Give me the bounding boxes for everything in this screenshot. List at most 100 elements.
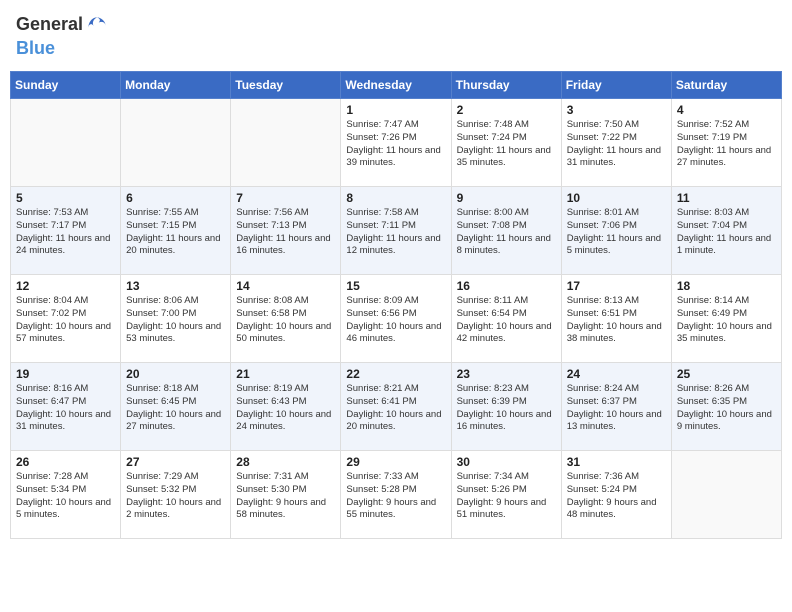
day-number: 19 xyxy=(16,367,115,381)
calendar-week-row: 19Sunrise: 8:16 AM Sunset: 6:47 PM Dayli… xyxy=(11,363,782,451)
calendar-cell: 11Sunrise: 8:03 AM Sunset: 7:04 PM Dayli… xyxy=(671,187,781,275)
calendar-cell: 27 Sunrise: 7:29 AM Sunset: 5:32 PM Dayli… xyxy=(121,451,231,539)
day-info: Sunrise: 7:28 AM Sunset: 5:34 PM Dayligh… xyxy=(16,471,115,522)
calendar-cell: 9 Sunrise: 8:00 AM Sunset: 7:08 PM Daylig… xyxy=(451,187,561,275)
day-number: 31 xyxy=(567,455,666,469)
calendar-cell: 30 Sunrise: 7:34 AM Sunset: 5:26 PM Dayli… xyxy=(451,451,561,539)
calendar-cell: 29 Sunrise: 7:33 AM Sunset: 5:28 PM Dayli… xyxy=(341,451,451,539)
day-info: Sunrise: 7:55 AM Sunset: 7:15 PM Dayligh… xyxy=(126,207,225,258)
calendar-cell: 12 Sunrise: 8:04 AM Sunset: 7:02 PM Dayli… xyxy=(11,275,121,363)
weekday-header: Saturday xyxy=(671,72,781,99)
calendar-cell: 1 Sunrise: 7:47 AM Sunset: 7:26 PM Daylig… xyxy=(341,99,451,187)
logo-bird-icon xyxy=(85,14,109,38)
day-info: Sunrise: 7:29 AM Sunset: 5:32 PM Dayligh… xyxy=(126,471,225,522)
day-number: 28 xyxy=(236,455,335,469)
day-number: 30 xyxy=(457,455,556,469)
day-number: 2 xyxy=(457,103,556,117)
day-number: 26 xyxy=(16,455,115,469)
day-info: Sunrise: 7:56 AM Sunset: 7:13 PM Dayligh… xyxy=(236,207,335,258)
day-info: Sunrise: 8:26 AM Sunset: 6:35 PM Dayligh… xyxy=(677,383,776,434)
calendar-cell xyxy=(121,99,231,187)
day-number: 24 xyxy=(567,367,666,381)
day-info: Sunrise: 7:36 AM Sunset: 5:24 PM Dayligh… xyxy=(567,471,666,522)
calendar-cell: 6 Sunrise: 7:55 AM Sunset: 7:15 PM Daylig… xyxy=(121,187,231,275)
logo-line1: General xyxy=(16,14,109,38)
day-number: 11 xyxy=(677,191,776,205)
calendar-cell: 4Sunrise: 7:52 AM Sunset: 7:19 PM Daylig… xyxy=(671,99,781,187)
day-number: 25 xyxy=(677,367,776,381)
calendar-cell: 19Sunrise: 8:16 AM Sunset: 6:47 PM Dayli… xyxy=(11,363,121,451)
calendar-cell: 3 Sunrise: 7:50 AM Sunset: 7:22 PM Daylig… xyxy=(561,99,671,187)
day-number: 1 xyxy=(346,103,445,117)
calendar-cell: 24 Sunrise: 8:24 AM Sunset: 6:37 PM Dayli… xyxy=(561,363,671,451)
day-number: 12 xyxy=(16,279,115,293)
calendar-cell: 23 Sunrise: 8:23 AM Sunset: 6:39 PM Dayli… xyxy=(451,363,561,451)
day-number: 29 xyxy=(346,455,445,469)
day-info: Sunrise: 7:53 AM Sunset: 7:17 PM Dayligh… xyxy=(16,207,115,258)
calendar-cell: 14Sunrise: 8:08 AM Sunset: 6:58 PM Dayli… xyxy=(231,275,341,363)
calendar-cell: 10 Sunrise: 8:01 AM Sunset: 7:06 PM Dayli… xyxy=(561,187,671,275)
day-number: 16 xyxy=(457,279,556,293)
day-number: 17 xyxy=(567,279,666,293)
day-info: Sunrise: 8:00 AM Sunset: 7:08 PM Dayligh… xyxy=(457,207,556,258)
day-info: Sunrise: 7:31 AM Sunset: 5:30 PM Dayligh… xyxy=(236,471,335,522)
calendar-table: SundayMondayTuesdayWednesdayThursdayFrid… xyxy=(10,71,782,539)
day-number: 23 xyxy=(457,367,556,381)
day-info: Sunrise: 8:09 AM Sunset: 6:56 PM Dayligh… xyxy=(346,295,445,346)
day-info: Sunrise: 8:08 AM Sunset: 6:58 PM Dayligh… xyxy=(236,295,335,346)
day-info: Sunrise: 8:18 AM Sunset: 6:45 PM Dayligh… xyxy=(126,383,225,434)
calendar-cell: 25 Sunrise: 8:26 AM Sunset: 6:35 PM Dayli… xyxy=(671,363,781,451)
day-info: Sunrise: 8:04 AM Sunset: 7:02 PM Dayligh… xyxy=(16,295,115,346)
calendar-cell xyxy=(231,99,341,187)
day-info: Sunrise: 7:34 AM Sunset: 5:26 PM Dayligh… xyxy=(457,471,556,522)
day-number: 22 xyxy=(346,367,445,381)
weekday-header: Tuesday xyxy=(231,72,341,99)
calendar-cell: 22 Sunrise: 8:21 AM Sunset: 6:41 PM Dayli… xyxy=(341,363,451,451)
calendar-cell: 17 Sunrise: 8:13 AM Sunset: 6:51 PM Dayli… xyxy=(561,275,671,363)
logo: General Blue xyxy=(16,14,109,59)
day-number: 4 xyxy=(677,103,776,117)
weekday-header: Friday xyxy=(561,72,671,99)
day-info: Sunrise: 8:21 AM Sunset: 6:41 PM Dayligh… xyxy=(346,383,445,434)
day-info: Sunrise: 7:48 AM Sunset: 7:24 PM Dayligh… xyxy=(457,119,556,170)
day-info: Sunrise: 7:58 AM Sunset: 7:11 PM Dayligh… xyxy=(346,207,445,258)
calendar-week-row: 5 Sunrise: 7:53 AM Sunset: 7:17 PM Daylig… xyxy=(11,187,782,275)
calendar-cell: 20Sunrise: 8:18 AM Sunset: 6:45 PM Dayli… xyxy=(121,363,231,451)
calendar-cell: 2 Sunrise: 7:48 AM Sunset: 7:24 PM Daylig… xyxy=(451,99,561,187)
day-info: Sunrise: 7:33 AM Sunset: 5:28 PM Dayligh… xyxy=(346,471,445,522)
logo-general: General xyxy=(16,14,83,34)
day-info: Sunrise: 7:50 AM Sunset: 7:22 PM Dayligh… xyxy=(567,119,666,170)
calendar-cell: 26 Sunrise: 7:28 AM Sunset: 5:34 PM Dayli… xyxy=(11,451,121,539)
weekday-header: Sunday xyxy=(11,72,121,99)
calendar-week-row: 1 Sunrise: 7:47 AM Sunset: 7:26 PM Daylig… xyxy=(11,99,782,187)
day-number: 9 xyxy=(457,191,556,205)
day-number: 21 xyxy=(236,367,335,381)
day-info: Sunrise: 8:06 AM Sunset: 7:00 PM Dayligh… xyxy=(126,295,225,346)
weekday-header: Wednesday xyxy=(341,72,451,99)
weekday-header: Thursday xyxy=(451,72,561,99)
day-number: 10 xyxy=(567,191,666,205)
weekday-header: Monday xyxy=(121,72,231,99)
calendar-cell xyxy=(11,99,121,187)
day-number: 18 xyxy=(677,279,776,293)
calendar-cell: 28 Sunrise: 7:31 AM Sunset: 5:30 PM Dayli… xyxy=(231,451,341,539)
day-info: Sunrise: 8:13 AM Sunset: 6:51 PM Dayligh… xyxy=(567,295,666,346)
calendar-cell: 13 Sunrise: 8:06 AM Sunset: 7:00 PM Dayli… xyxy=(121,275,231,363)
logo-line2: Blue xyxy=(16,38,109,59)
calendar-cell: 21Sunrise: 8:19 AM Sunset: 6:43 PM Dayli… xyxy=(231,363,341,451)
day-info: Sunrise: 8:23 AM Sunset: 6:39 PM Dayligh… xyxy=(457,383,556,434)
calendar-cell: 8 Sunrise: 7:58 AM Sunset: 7:11 PM Daylig… xyxy=(341,187,451,275)
day-info: Sunrise: 8:01 AM Sunset: 7:06 PM Dayligh… xyxy=(567,207,666,258)
day-number: 6 xyxy=(126,191,225,205)
day-number: 5 xyxy=(16,191,115,205)
calendar-cell: 15Sunrise: 8:09 AM Sunset: 6:56 PM Dayli… xyxy=(341,275,451,363)
day-number: 13 xyxy=(126,279,225,293)
calendar-header-row: SundayMondayTuesdayWednesdayThursdayFrid… xyxy=(11,72,782,99)
day-info: Sunrise: 8:24 AM Sunset: 6:37 PM Dayligh… xyxy=(567,383,666,434)
day-number: 8 xyxy=(346,191,445,205)
day-number: 27 xyxy=(126,455,225,469)
day-info: Sunrise: 7:47 AM Sunset: 7:26 PM Dayligh… xyxy=(346,119,445,170)
calendar-week-row: 12 Sunrise: 8:04 AM Sunset: 7:02 PM Dayli… xyxy=(11,275,782,363)
day-number: 3 xyxy=(567,103,666,117)
calendar-cell: 16Sunrise: 8:11 AM Sunset: 6:54 PM Dayli… xyxy=(451,275,561,363)
